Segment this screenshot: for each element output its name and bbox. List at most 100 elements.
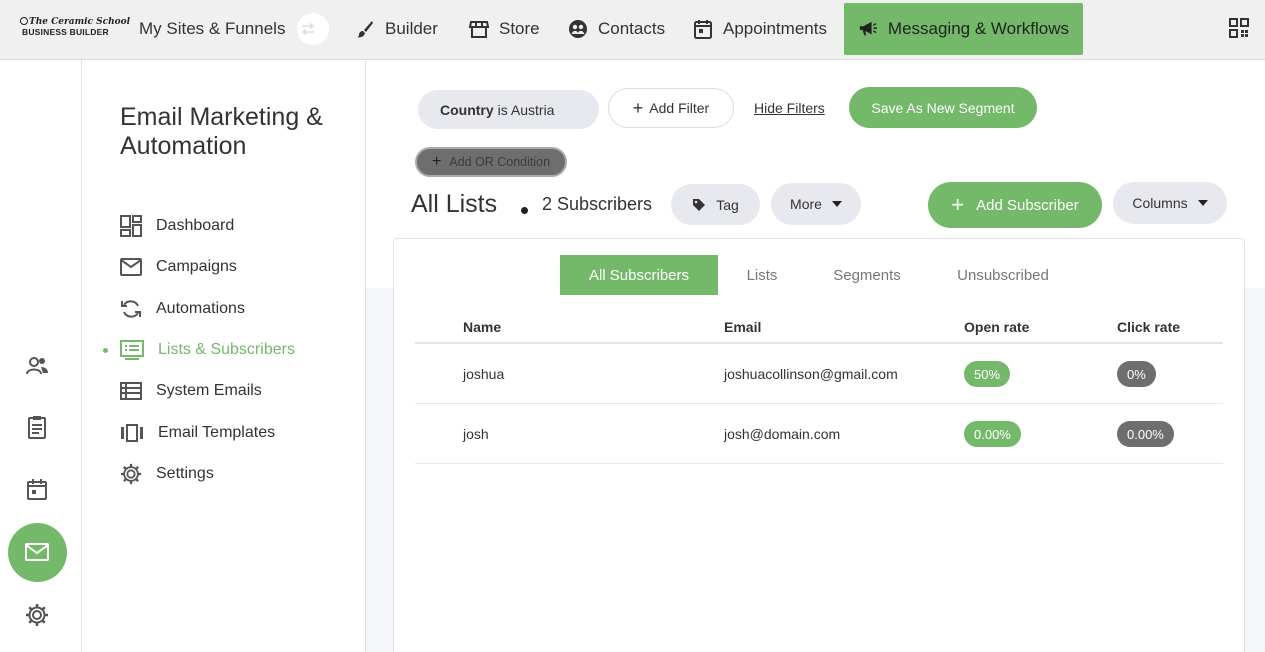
plus-icon: + xyxy=(951,192,965,217)
subscribers-card: All Subscribers Lists Segments Unsubscri… xyxy=(393,238,1245,652)
nav-my-sites-label: My Sites & Funnels xyxy=(139,19,286,38)
sidebar-item-label: Email Templates xyxy=(158,424,276,441)
tag-label: Tag xyxy=(716,196,739,213)
column-header-click-rate[interactable]: Click rate xyxy=(1117,319,1180,335)
column-header-email[interactable]: Email xyxy=(724,319,761,335)
sidebar-item-label: Automations xyxy=(156,300,245,317)
email-marketing-sidebar: Email Marketing & Automation Dashboard C… xyxy=(82,60,366,652)
brand-logo[interactable]: The Ceramic School BUSINESS BUILDER xyxy=(20,16,130,40)
users-icon xyxy=(26,357,48,375)
subscriber-count: 2 Subscribers xyxy=(542,194,653,214)
sidebar-item-campaigns[interactable]: Campaigns xyxy=(120,252,237,282)
tag-icon xyxy=(693,198,706,211)
table-header: Name Email Open rate Click rate xyxy=(415,315,1223,344)
table-row[interactable]: josh josh@domain.com 0.00% 0.00% xyxy=(415,404,1223,464)
add-or-condition-button[interactable]: + Add OR Condition xyxy=(415,147,567,177)
nav-builder-label: Builder xyxy=(385,19,438,38)
sidebar-item-dashboard[interactable]: Dashboard xyxy=(120,211,234,241)
caret-down-icon xyxy=(831,201,842,207)
nav-contacts[interactable]: Contacts xyxy=(568,4,665,54)
caret-down-icon xyxy=(1197,200,1208,206)
separator-dot xyxy=(521,207,528,214)
sidebar-item-lists-subscribers[interactable]: Lists & Subscribers xyxy=(103,335,295,365)
nav-store-label: Store xyxy=(499,19,540,38)
subscriber-name[interactable]: joshua xyxy=(463,344,504,404)
subscriber-tabs: All Subscribers Lists Segments Unsubscri… xyxy=(560,255,1078,295)
save-as-new-segment-button[interactable]: Save As New Segment xyxy=(849,87,1037,128)
sidebar-item-system-emails[interactable]: System Emails xyxy=(120,376,262,406)
columns-dropdown[interactable]: Columns xyxy=(1113,182,1227,224)
more-dropdown[interactable]: More xyxy=(771,183,861,225)
tag-button[interactable]: Tag xyxy=(671,184,760,225)
more-label: More xyxy=(790,196,822,212)
filter-chip-country[interactable]: Country is Austria xyxy=(418,90,599,129)
contacts-icon xyxy=(569,20,587,38)
add-filter-label: Add Filter xyxy=(649,100,710,116)
nav-store[interactable]: Store xyxy=(469,4,540,54)
envelope-icon xyxy=(25,543,49,561)
tab-unsubscribed[interactable]: Unsubscribed xyxy=(928,255,1078,295)
subscriber-email: joshuacollinson@gmail.com xyxy=(724,366,898,382)
nav-messaging-workflows[interactable]: Messaging & Workflows xyxy=(844,3,1083,55)
logo-line-2: BUSINESS BUILDER xyxy=(22,27,109,37)
envelope-icon xyxy=(120,258,142,276)
add-filter-button[interactable]: + Add Filter xyxy=(608,88,734,128)
subscriber-name[interactable]: josh xyxy=(463,404,489,464)
hide-filters-link[interactable]: Hide Filters xyxy=(754,98,825,118)
left-icon-rail xyxy=(0,60,82,652)
sidebar-item-label: System Emails xyxy=(156,382,262,399)
top-navigation-bar: The Ceramic School BUSINESS BUILDER My S… xyxy=(0,0,1265,60)
open-rate-badge: 50% xyxy=(964,361,1011,387)
tab-segments[interactable]: Segments xyxy=(806,255,928,295)
click-rate-badge: 0.00% xyxy=(1117,421,1174,447)
gear-icon xyxy=(120,463,142,485)
list-icon xyxy=(120,340,144,360)
columns-label: Columns xyxy=(1132,195,1188,211)
clipboard-icon xyxy=(28,416,46,439)
table-list-icon xyxy=(120,382,142,400)
nav-builder[interactable]: Builder xyxy=(355,4,438,54)
page-title: All Lists xyxy=(411,190,498,218)
subscriber-email: josh@domain.com xyxy=(724,426,841,442)
sidebar-item-label: Lists & Subscribers xyxy=(158,341,295,358)
tab-lists[interactable]: Lists xyxy=(718,255,806,295)
sidebar-item-automations[interactable]: Automations xyxy=(120,294,245,324)
sidebar-title: Email Marketing & Automation xyxy=(120,103,323,160)
rail-forms-button[interactable] xyxy=(0,397,74,457)
logo-line-1: The Ceramic School xyxy=(29,17,131,27)
nav-my-sites-funnels[interactable]: My Sites & Funnels xyxy=(139,4,330,54)
active-indicator xyxy=(103,348,108,353)
apps-grid-icon[interactable] xyxy=(1229,18,1249,38)
sidebar-item-label: Dashboard xyxy=(156,217,235,234)
calendar-icon xyxy=(694,20,712,39)
megaphone-icon xyxy=(859,21,878,36)
plus-icon: + xyxy=(431,153,442,170)
paintbrush-icon xyxy=(357,21,373,38)
nav-appointments[interactable]: Appointments xyxy=(693,4,827,54)
rail-calendar-button[interactable] xyxy=(0,459,74,519)
plus-icon: + xyxy=(632,97,644,118)
sidebar-item-settings[interactable]: Settings xyxy=(120,459,214,489)
sidebar-item-label: Settings xyxy=(156,465,214,482)
nav-appointments-label: Appointments xyxy=(723,19,827,38)
click-rate-badge: 0% xyxy=(1117,361,1156,387)
rail-contacts-button[interactable] xyxy=(0,336,74,396)
main-content: Country is Austria + Add Filter Hide Fil… xyxy=(366,60,1265,652)
table-row[interactable]: joshua joshuacollinson@gmail.com 50% 0% xyxy=(415,344,1223,404)
rail-email-button[interactable] xyxy=(0,522,74,582)
dashboard-icon xyxy=(120,215,142,237)
gear-icon xyxy=(26,604,48,626)
sidebar-item-email-templates[interactable]: Email Templates xyxy=(120,418,275,448)
swap-icon xyxy=(302,23,315,35)
add-subscriber-button[interactable]: + Add Subscriber xyxy=(928,182,1102,228)
switch-site-button[interactable] xyxy=(297,13,330,45)
add-subscriber-label: Add Subscriber xyxy=(976,196,1079,214)
column-header-open-rate[interactable]: Open rate xyxy=(964,319,1029,335)
refresh-icon xyxy=(121,300,141,318)
column-header-name[interactable]: Name xyxy=(463,319,501,335)
open-rate-badge: 0.00% xyxy=(964,421,1021,447)
rail-settings-button[interactable] xyxy=(0,585,74,645)
calendar-icon xyxy=(27,479,47,500)
tab-all-subscribers[interactable]: All Subscribers xyxy=(560,255,718,295)
sidebar-item-label: Campaigns xyxy=(156,258,237,275)
